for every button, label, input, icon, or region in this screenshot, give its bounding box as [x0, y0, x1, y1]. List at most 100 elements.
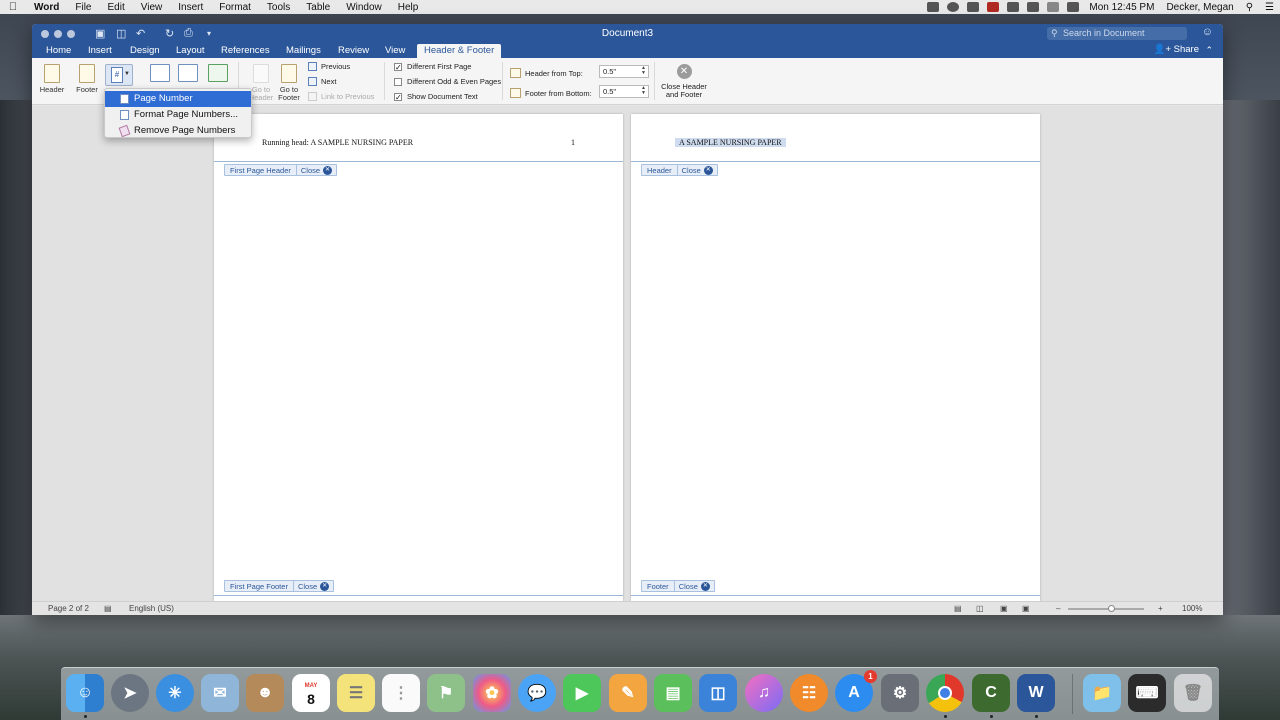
tab-home[interactable]: Home [46, 44, 71, 58]
contacts-icon[interactable]: ☻ [246, 674, 284, 712]
notification-center-icon[interactable]: ☰ [1259, 2, 1280, 13]
search-input[interactable]: ⚲ Search in Document [1047, 27, 1187, 40]
different-first-page-checkbox[interactable]: ✓ Different First Page [394, 62, 471, 71]
apple-menu-icon[interactable]:  [0, 1, 26, 13]
previous-button[interactable]: Previous [308, 62, 350, 71]
notes-icon[interactable]: ☰ [337, 674, 375, 712]
close-footer-button[interactable]: Close ✕ [673, 581, 714, 591]
menu-insert[interactable]: Insert [170, 2, 211, 13]
terminal-icon[interactable]: ⌨ [1128, 674, 1166, 712]
stepper-icon[interactable]: ▲ ▼ [641, 86, 646, 96]
record-icon[interactable] [947, 2, 960, 12]
header-from-top-input[interactable]: 0.5" ▲ ▼ [599, 65, 649, 78]
menu-item-remove-page-numbers[interactable]: Remove Page Numbers [105, 123, 251, 139]
menu-edit[interactable]: Edit [100, 2, 133, 13]
menu-window[interactable]: Window [338, 2, 390, 13]
zoom-out-icon[interactable]: – [1056, 604, 1060, 613]
tab-design[interactable]: Design [130, 44, 160, 58]
messages-icon[interactable]: 💬 [518, 674, 556, 712]
menu-app-name[interactable]: Word [26, 2, 67, 13]
screen-icon[interactable] [1007, 2, 1020, 12]
page-count[interactable]: Page 2 of 2 [48, 604, 89, 613]
link-to-previous-button[interactable]: Link to Previous [308, 92, 374, 101]
tab-header-footer[interactable]: Header & Footer [417, 44, 502, 58]
safari-icon[interactable]: ✳ [156, 674, 194, 712]
camtasia-icon[interactable]: C [972, 674, 1010, 712]
outline-view-icon[interactable]: ▣ [1000, 604, 1008, 613]
trash-icon[interactable]: 🗑 [1174, 674, 1212, 712]
print-layout-icon[interactable]: ◫ [976, 604, 984, 613]
page-number-button[interactable]: # ▼ [105, 64, 133, 86]
ibooks-icon[interactable]: ☷ [790, 674, 828, 712]
menu-table[interactable]: Table [298, 2, 338, 13]
zoom-in-icon[interactable]: + [1158, 604, 1163, 613]
menu-user[interactable]: Decker, Megan [1160, 2, 1239, 13]
different-odd-even-checkbox[interactable]: Different Odd & Even Pages [394, 77, 501, 86]
tab-review[interactable]: Review [338, 44, 369, 58]
picture-icon[interactable] [208, 64, 228, 82]
menu-clock[interactable]: Mon 12:45 PM [1083, 2, 1160, 13]
stepper-icon[interactable]: ▲ ▼ [641, 66, 646, 76]
tab-view[interactable]: View [385, 44, 405, 58]
menu-item-page-number[interactable]: Page Number [105, 91, 251, 107]
date-time-icon[interactable] [150, 64, 170, 82]
collapse-ribbon-icon[interactable]: ⌃ [1205, 43, 1213, 57]
numbers-icon[interactable]: ▤ [654, 674, 692, 712]
spotlight-icon[interactable]: ⚲ [1240, 2, 1259, 13]
document-info-icon[interactable] [178, 64, 198, 82]
calendar-icon[interactable]: MAY 8 [292, 674, 330, 712]
page-2-header-text[interactable]: A SAMPLE NURSING PAPER [675, 138, 786, 147]
chrome-icon[interactable] [926, 674, 964, 712]
facetime-icon[interactable]: ▶ [563, 674, 601, 712]
menu-file[interactable]: File [67, 2, 99, 13]
tab-mailings[interactable]: Mailings [286, 44, 321, 58]
tab-layout[interactable]: Layout [176, 44, 205, 58]
feedback-smiley-icon[interactable]: ☺ [1202, 26, 1213, 38]
system-preferences-icon[interactable]: ⚙ [881, 674, 919, 712]
word-icon[interactable]: W [1017, 674, 1055, 712]
launchpad-icon[interactable]: ➤ [111, 674, 149, 712]
footer-from-bottom-input[interactable]: 0.5" ▲ ▼ [599, 85, 649, 98]
document-area[interactable]: Running head: A SAMPLE NURSING PAPER 1 F… [32, 106, 1223, 601]
language-status[interactable]: English (US) [129, 604, 174, 613]
pages-icon[interactable]: ✎ [609, 674, 647, 712]
eye-icon[interactable] [967, 2, 980, 12]
airplay-icon[interactable] [1027, 2, 1040, 12]
menu-item-format-page-numbers[interactable]: Format Page Numbers... [105, 107, 251, 123]
menu-tools[interactable]: Tools [259, 2, 298, 13]
reminders-icon[interactable]: ⋮ [382, 674, 420, 712]
tab-insert[interactable]: Insert [88, 44, 112, 58]
menu-view[interactable]: View [133, 2, 171, 13]
finder-icon[interactable]: ☺ [66, 674, 104, 712]
menu-format[interactable]: Format [211, 2, 259, 13]
zoom-slider-knob[interactable] [1108, 605, 1115, 612]
itunes-icon[interactable]: ♫ [745, 674, 783, 712]
focus-view-icon[interactable]: ▣ [1022, 604, 1030, 613]
menu-help[interactable]: Help [390, 2, 427, 13]
keynote-icon[interactable]: ◫ [699, 674, 737, 712]
proofing-icon[interactable]: ▤ [104, 604, 112, 613]
maps-icon[interactable]: ⚑ [427, 674, 465, 712]
shield-icon[interactable] [927, 2, 940, 12]
draft-view-icon[interactable]: ▤ [954, 604, 962, 613]
pdf-icon[interactable] [987, 2, 1000, 12]
go-to-footer-button[interactable]: Go to Footer [274, 64, 304, 102]
share-button[interactable]: 👤+ Share [1154, 43, 1199, 57]
photos-icon[interactable]: ✿ [473, 674, 511, 712]
close-header-footer-button[interactable]: ✕ Close Header and Footer [658, 64, 710, 99]
mail-icon[interactable]: ✉ [201, 674, 239, 712]
close-header-button[interactable]: Close ✕ [295, 165, 336, 175]
page-2[interactable]: A SAMPLE NURSING PAPER Header Close ✕ Foo… [631, 114, 1040, 601]
close-footer-button[interactable]: Close ✕ [292, 581, 333, 591]
volume-icon[interactable] [1067, 2, 1080, 12]
page-1[interactable]: Running head: A SAMPLE NURSING PAPER 1 F… [214, 114, 623, 601]
tab-references[interactable]: References [221, 44, 270, 58]
page-1-page-number[interactable]: 1 [571, 138, 575, 147]
close-header-button[interactable]: Close ✕ [676, 165, 717, 175]
page-1-header-text[interactable]: Running head: A SAMPLE NURSING PAPER [262, 138, 413, 147]
zoom-slider[interactable] [1068, 608, 1144, 610]
next-button[interactable]: Next [308, 77, 336, 86]
downloads-folder-icon[interactable]: 📁 [1083, 674, 1121, 712]
wifi-icon[interactable] [1047, 2, 1060, 12]
header-button[interactable]: Header [38, 64, 66, 94]
